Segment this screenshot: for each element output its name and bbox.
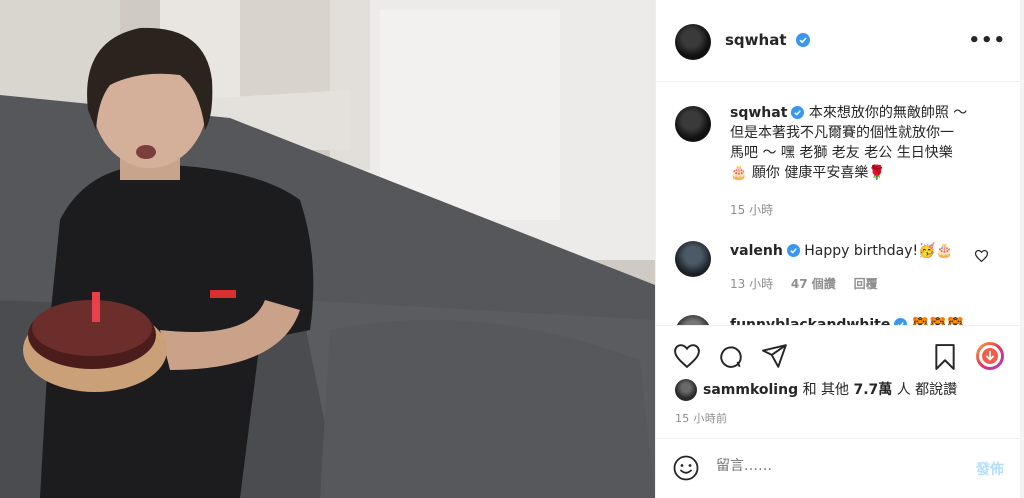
comment-avatar[interactable] [675, 315, 711, 325]
cake-emoji-icon: 🎂 [730, 165, 748, 181]
likes-connector: 和 其他 [802, 382, 850, 398]
likes-count[interactable]: 7.7萬 [853, 382, 892, 398]
caption-meta: 15 小時 [730, 201, 787, 218]
caption-text-line-2: 但是本著我不凡爾賽的個性就放你一 [730, 125, 954, 141]
like-heart-icon[interactable] [674, 344, 700, 368]
window-scrollbar[interactable] [1020, 0, 1024, 498]
comment-username[interactable]: valenh [730, 243, 783, 259]
post-photo [0, 0, 655, 498]
comment-input[interactable] [716, 458, 946, 474]
author-username[interactable]: sqwhat [725, 31, 810, 49]
post-header: sqwhat ••• [656, 0, 1024, 82]
author-avatar[interactable] [675, 24, 711, 60]
post-timestamp[interactable]: 15 小時前 [675, 410, 727, 426]
liker-avatar[interactable] [675, 379, 697, 401]
verified-badge-icon [791, 106, 805, 119]
comment-body: valenh Happy birthday!🥳🎂 [730, 241, 994, 261]
comment-meta: 13 小時 47 個讚 回覆 [730, 275, 892, 292]
action-bar [656, 334, 1024, 378]
post-side-panel: sqwhat ••• sqwhat 本來想放你的無敵帥照 ～ 但是本著我不凡爾賽… [655, 0, 1024, 498]
comment-reply-button[interactable]: 回覆 [854, 277, 878, 291]
rose-emoji-icon: 🌹 [868, 165, 886, 181]
comment-text: Happy birthday! [804, 243, 919, 259]
verified-badge-icon [786, 244, 800, 257]
caption-body: sqwhat 本來想放你的無敵帥照 ～ 但是本著我不凡爾賽的個性就放你一 馬吧 … [730, 103, 994, 183]
save-bookmark-icon[interactable] [934, 344, 956, 370]
comment-body: funnyblackandwhite 🐯🐯🐯 [730, 315, 994, 326]
author-username-text[interactable]: sqwhat [725, 31, 787, 49]
cake-emoji-icon: 🎂 [935, 243, 954, 259]
caption-username[interactable]: sqwhat [730, 105, 787, 121]
likes-suffix: 人 都說讚 [896, 382, 958, 398]
share-paper-plane-icon[interactable] [762, 344, 788, 368]
verified-badge-icon [894, 318, 908, 325]
comment-avatar[interactable] [675, 241, 711, 277]
liker-username[interactable]: sammkoling [703, 382, 798, 398]
verified-badge-icon [795, 33, 810, 47]
comment-time[interactable]: 13 小時 [730, 277, 773, 291]
comment-likes[interactable]: 47 個讚 [791, 277, 836, 291]
emoji-picker-icon[interactable] [673, 455, 699, 481]
post-media[interactable] [0, 0, 655, 498]
caption-text-line-1: 本來想放你的無敵帥照 ～ [808, 105, 968, 121]
download-extension-icon[interactable] [976, 342, 1004, 370]
comment-like-heart-icon[interactable] [975, 250, 988, 262]
comment-composer: 發佈 [656, 438, 1024, 498]
tiger-emoji-icon: 🐯🐯🐯 [911, 317, 965, 326]
comment-bubble-icon[interactable] [718, 344, 744, 370]
caption-avatar[interactable] [675, 106, 711, 142]
caption-text-line-4: 願你 健康平安喜樂 [751, 165, 869, 181]
comment-username[interactable]: funnyblackandwhite [730, 317, 890, 325]
more-options-icon[interactable]: ••• [968, 30, 1006, 51]
caption-time[interactable]: 15 小時 [730, 203, 773, 217]
comments-list[interactable]: sqwhat 本來想放你的無敵帥照 ～ 但是本著我不凡爾賽的個性就放你一 馬吧 … [656, 83, 1024, 326]
caption-text-line-3: 馬吧 ～ 嘿 老獅 老友 老公 生日快樂 [730, 145, 953, 161]
likes-summary: sammkoling 和 其他 7.7萬 人 都說讚 [675, 378, 957, 402]
post-comment-button[interactable]: 發佈 [976, 459, 1004, 479]
party-emoji-icon: 🥳 [918, 243, 936, 259]
